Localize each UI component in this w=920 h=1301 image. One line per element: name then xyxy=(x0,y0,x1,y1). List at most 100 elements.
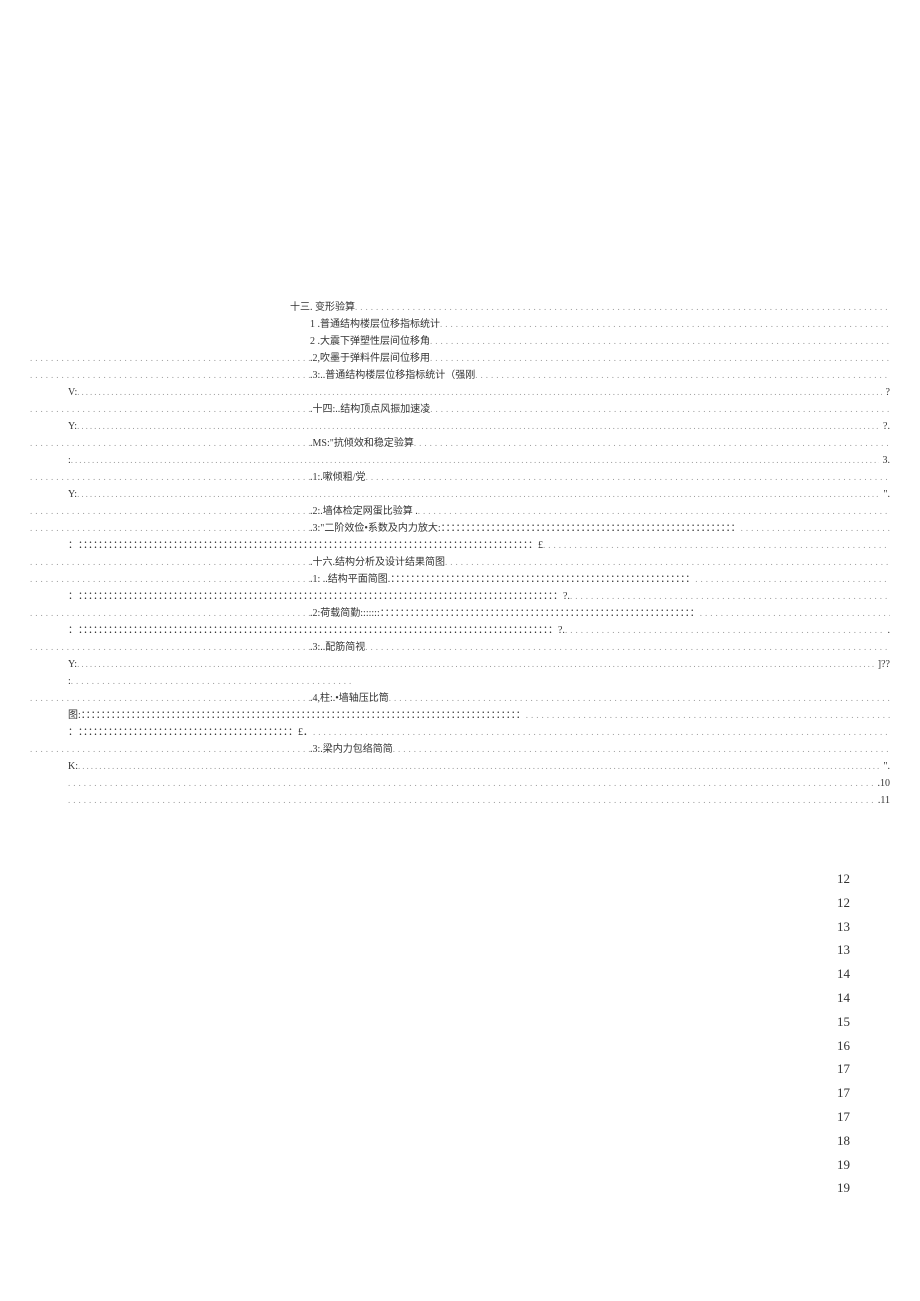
toc-trailing-dots xyxy=(68,776,874,790)
page-number: 14 xyxy=(30,988,850,1009)
toc-leading-dots xyxy=(30,742,310,756)
toc-leading-dots xyxy=(30,470,310,484)
toc-leading-dots xyxy=(30,606,310,620)
toc-leading-dots xyxy=(30,555,310,569)
toc-entry: .2:.墙体检定网蛋比验算 . xyxy=(30,504,890,520)
toc-page-ref: ]?? xyxy=(874,657,890,673)
page-number: 12 xyxy=(30,869,850,890)
toc-entry: .3:..普通结构楼层位移指标统计（强刚 xyxy=(30,368,890,384)
toc-prefix: ： xyxy=(68,589,78,605)
toc-entry: .MS:"抗倾效和稳定验算 xyxy=(30,436,890,452)
page-number: 13 xyxy=(30,917,850,938)
toc-entry: .2,吹墨于弹料件层间位移用 xyxy=(30,351,890,367)
toc-entry: K: ". xyxy=(30,759,890,775)
toc-trailing-dots xyxy=(77,487,879,501)
page-number: 17 xyxy=(30,1107,850,1128)
toc-trailing-dots xyxy=(440,317,890,331)
toc-trailing-dots xyxy=(543,538,890,552)
page-number: 13 xyxy=(30,940,850,961)
toc-entry: 2 .大震下弹塑性层间位移角 xyxy=(30,334,890,350)
toc-entry: Y:]?? xyxy=(30,657,890,673)
toc-page-ref: .11 xyxy=(874,793,890,809)
toc-label: 十三. 变形验算 xyxy=(290,300,355,316)
toc-page-ref: ". xyxy=(879,487,890,503)
toc-prefix: Y: xyxy=(68,419,77,435)
toc-leading-dots xyxy=(30,572,310,586)
toc-entry: .十四:..结构顶点风振加速凌 xyxy=(30,402,890,418)
toc-trailing-dots xyxy=(71,674,351,688)
toc-leading-dots xyxy=(30,640,310,654)
page-number: 17 xyxy=(30,1083,850,1104)
toc-entry: .十六.结构分析及设计结果简图 xyxy=(30,555,890,571)
toc-label: .MS:"抗倾效和稳定验算 xyxy=(310,436,414,452)
toc-label: .2,吹墨于弹料件层间位移用 xyxy=(310,351,430,367)
toc-trailing-dots xyxy=(741,521,890,535)
toc-label: .2:荷载简勤:::::::：：：：：：：：：：：：：：：：：：：：：：：：：：… xyxy=(310,606,700,622)
toc-label: .十六.结构分析及设计结果简图 xyxy=(310,555,445,571)
toc-label: ：：：：：：：：：：：：：：：：：：：：：：：：：：：：：：：：：：：：：：：：… xyxy=(81,708,526,724)
toc-trailing-dots xyxy=(366,470,890,484)
page-number: 16 xyxy=(30,1036,850,1057)
toc-trailing-dots xyxy=(700,606,890,620)
toc-label: ：：：：：：：：：：：：：：：：：：：：：：：：：：：：：：：：：：：：：：：：… xyxy=(78,725,313,741)
toc-label: .2:.墙体检定网蛋比验算 . xyxy=(310,504,418,520)
toc-entry: Y:?. xyxy=(30,419,890,435)
toc-trailing-dots xyxy=(565,623,884,637)
toc-entry: .1: ..结构平面简图.：：：：：：：：：：：：：：：：：：：：：：：：：：：… xyxy=(30,572,890,588)
page-number-column: 1212131314141516171717181919 xyxy=(30,869,890,1199)
toc-leading-dots xyxy=(30,504,310,518)
toc-entry: .10 xyxy=(30,776,890,792)
toc-label: .3:"二阶效俭•系数及内力放大:：：：：：：：：：：：：：：：：：：：：：：：… xyxy=(310,521,741,537)
toc-trailing-dots xyxy=(365,640,890,654)
toc-page-ref: ?. xyxy=(879,419,890,435)
toc-page-ref: 3. xyxy=(879,453,891,469)
toc-leading-dots xyxy=(30,368,310,382)
toc-prefix: Y: xyxy=(68,487,77,503)
toc-entry: .11 xyxy=(30,793,890,809)
toc-entry: 十三. 变形验算 xyxy=(30,300,890,316)
toc-entry: .3:"二阶效俭•系数及内力放大:：：：：：：：：：：：：：：：：：：：：：：：… xyxy=(30,521,890,537)
table-of-contents: 十三. 变形验算1 .普通结构楼层位移指标统计2 .大震下弹塑性层间位移角 .2… xyxy=(30,300,890,809)
toc-entry: .1:.嗽倾粗/党 xyxy=(30,470,890,486)
page-number: 19 xyxy=(30,1155,850,1176)
toc-page-ref: ". xyxy=(879,759,890,775)
toc-trailing-dots xyxy=(355,300,890,314)
toc-trailing-dots xyxy=(526,708,890,722)
toc-entry: : xyxy=(30,674,890,690)
toc-entry: :3. xyxy=(30,453,890,469)
toc-trailing-dots xyxy=(430,402,890,416)
toc-entry: Y: ". xyxy=(30,487,890,503)
toc-trailing-dots xyxy=(77,657,874,671)
toc-label: .1: ..结构平面简图.：：：：：：：：：：：：：：：：：：：：：：：：：：：… xyxy=(310,572,695,588)
page-number: 14 xyxy=(30,964,850,985)
toc-trailing-dots xyxy=(695,572,890,586)
toc-page-ref: . xyxy=(884,623,891,639)
toc-trailing-dots xyxy=(77,419,879,433)
toc-entry: ：：：：：：：：：：：：：：：：：：：：：：：：：：：：：：：：：：：：：：：：… xyxy=(30,538,890,554)
toc-trailing-dots xyxy=(414,436,890,450)
toc-leading-dots xyxy=(30,436,310,450)
toc-trailing-dots xyxy=(78,759,879,773)
toc-label: ：：：：：：：：：：：：：：：：：：：：：：：：：：：：：：：：：：：：：：：：… xyxy=(78,538,543,554)
toc-label: .十四:..结构顶点风振加速凌 xyxy=(310,402,430,418)
toc-trailing-dots xyxy=(445,555,890,569)
toc-prefix: K: xyxy=(68,759,78,775)
toc-prefix: 图: xyxy=(68,708,81,724)
toc-trailing-dots xyxy=(430,351,890,365)
toc-trailing-dots xyxy=(430,334,890,348)
toc-leading-dots xyxy=(30,691,310,705)
toc-entry: .3:..配筋简视 xyxy=(30,640,890,656)
page-number: 18 xyxy=(30,1131,850,1152)
toc-entry: .2:荷载简勤:::::::：：：：：：：：：：：：：：：：：：：：：：：：：：… xyxy=(30,606,890,622)
toc-prefix: ： xyxy=(68,725,78,741)
toc-leading-dots xyxy=(30,521,310,535)
toc-entry: 1 .普通结构楼层位移指标统计 xyxy=(30,317,890,333)
page-number: 17 xyxy=(30,1059,850,1080)
toc-trailing-dots xyxy=(71,453,879,467)
toc-prefix: ： xyxy=(68,623,78,639)
page-number: 15 xyxy=(30,1012,850,1033)
toc-trailing-dots xyxy=(393,742,890,756)
toc-entry: ：：：：：：：：：：：：：：：：：：：：：：：：：：：：：：：：：：：：：：：：… xyxy=(30,725,890,741)
toc-trailing-dots xyxy=(570,589,890,603)
toc-label: .3:.梁内力包络简简 xyxy=(310,742,393,758)
